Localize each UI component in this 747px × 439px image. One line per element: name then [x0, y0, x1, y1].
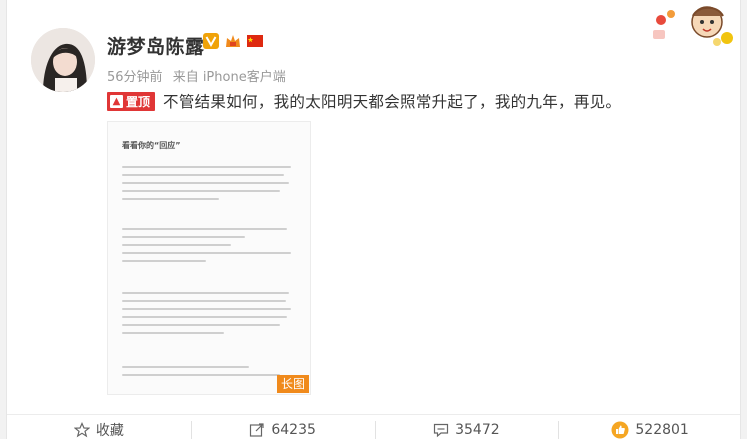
post-source[interactable]: 来自 iPhone客户端	[173, 70, 286, 85]
like-button[interactable]: 522801	[558, 415, 740, 439]
card-decoration-icon	[653, 6, 733, 46]
pinned-label: 置顶	[126, 94, 151, 109]
long-image-badge: 长图	[276, 375, 309, 393]
share-icon	[250, 423, 264, 437]
member-icon[interactable]	[224, 32, 242, 50]
post-image-thumbnail[interactable]: 看看你的“回应” 长图	[107, 121, 311, 395]
action-bar: 收藏 64235 35472 522801	[7, 414, 740, 439]
comment-button[interactable]: 35472	[374, 415, 559, 439]
image-text-block	[122, 292, 298, 340]
verified-icon[interactable]	[202, 32, 220, 50]
post-time[interactable]: 56分钟前	[107, 70, 163, 85]
user-badges	[202, 32, 264, 50]
image-document-title: 看看你的“回应”	[122, 141, 181, 150]
username[interactable]: 游梦岛陈露	[107, 32, 205, 59]
avatar-image	[31, 28, 95, 92]
flag-icon[interactable]	[246, 32, 264, 50]
post-meta: 56分钟前 来自 iPhone客户端	[107, 66, 286, 85]
avatar[interactable]	[31, 28, 95, 92]
weibo-post-card: 游梦岛陈露 56分钟前 来自 iPhone客户端 ▲ 置顶 不管结果如何，我的太…	[6, 0, 741, 439]
pinned-badge: ▲ 置顶	[107, 91, 156, 111]
repost-button[interactable]: 64235	[190, 415, 375, 439]
post-text: 不管结果如何，我的太阳明天都会照常升起了，我的九年，再见。	[163, 93, 622, 111]
image-text-block	[122, 228, 298, 268]
image-text-block	[122, 366, 298, 382]
post-body: ▲ 置顶 不管结果如何，我的太阳明天都会照常升起了，我的九年，再见。	[107, 90, 621, 112]
favorite-button[interactable]: 收藏	[7, 415, 191, 439]
comment-count: 35472	[455, 422, 500, 438]
favorite-label: 收藏	[95, 423, 124, 439]
image-text-block	[122, 166, 298, 206]
like-count: 522801	[635, 422, 689, 438]
star-icon	[73, 422, 90, 438]
pin-icon: ▲	[110, 94, 123, 108]
comment-icon	[433, 423, 449, 438]
repost-count: 64235	[271, 422, 316, 438]
thumb-up-icon	[611, 421, 629, 439]
